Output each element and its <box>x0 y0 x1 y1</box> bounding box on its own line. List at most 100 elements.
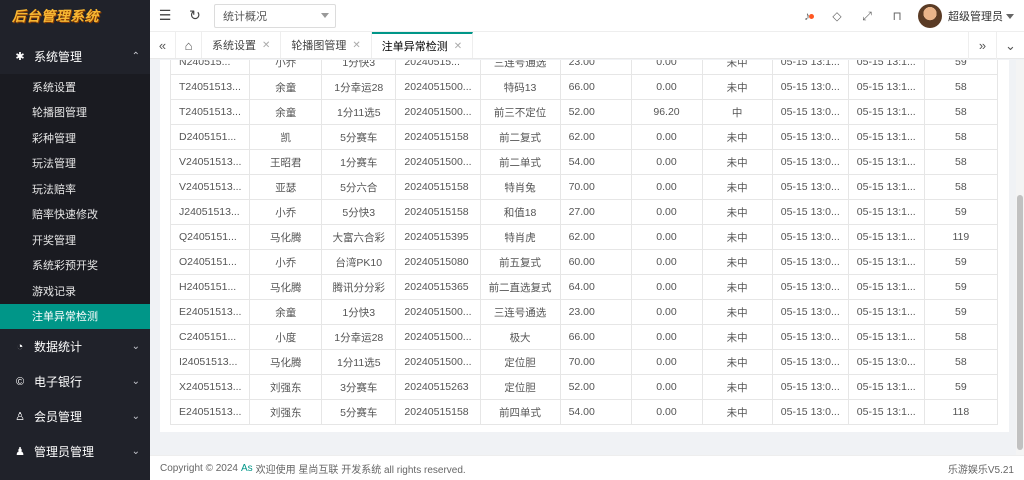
table-cell: 未中 <box>701 199 773 225</box>
fullscreen-icon[interactable]: ⤢ <box>852 9 882 24</box>
sidebar-section-4[interactable]: ♟ 管理员管理 ⌄ <box>0 434 150 469</box>
table-cell: 05-15 13:0... <box>771 249 849 275</box>
home-icon[interactable]: ⌂ <box>176 32 202 58</box>
close-icon[interactable]: ✕ <box>262 40 270 51</box>
table-cell: 前五复式 <box>479 249 561 275</box>
table-cell: 58 <box>923 324 999 350</box>
footer-copyright: Copyright © 2024 <box>160 462 238 474</box>
refresh-icon[interactable]: ↻ <box>180 7 210 24</box>
tag-icon[interactable]: ◇ <box>822 9 852 23</box>
table-cell: 腾讯分分彩 <box>321 274 397 300</box>
sidebar-item[interactable]: 赔率快速修改 <box>0 202 150 228</box>
page-scrollbar-thumb[interactable] <box>1017 195 1023 450</box>
top-header: ☰ ↻ 统计概况 ♪ ◇ ⤢ ⊓ 超级管理员 <box>150 0 1024 32</box>
table-cell: 54.00 <box>559 399 632 425</box>
footer: Copyright © 2024 As 欢迎使用 星尚互联 开发系统 all r… <box>150 455 1024 480</box>
table-cell: 20240515263 <box>395 374 481 400</box>
table-cell: 0.00 <box>630 149 703 175</box>
table-cell: 0.00 <box>630 174 703 200</box>
sidebar-item[interactable]: 系统设置 <box>0 74 150 100</box>
table-cell: 0.00 <box>630 74 703 100</box>
table-cell: 1分赛车 <box>321 149 397 175</box>
sidebar-item[interactable]: 系统彩预开奖 <box>0 253 150 279</box>
table-cell: 马化腾 <box>249 274 323 300</box>
table-cell: 0.00 <box>630 349 703 375</box>
lock-icon[interactable]: ⊓ <box>882 9 912 23</box>
table-cell: 05-15 13:1... <box>847 124 925 150</box>
sidebar-item[interactable]: 游戏记录 <box>0 278 150 304</box>
table-cell: 58 <box>923 124 999 150</box>
table-cell: 未中 <box>701 224 773 250</box>
bell-icon[interactable]: ♪ <box>792 9 822 23</box>
tabs-scroll-left-icon[interactable]: « <box>150 32 176 58</box>
table-cell: 58 <box>923 74 999 100</box>
sidebar-item[interactable]: 玩法赔率 <box>0 176 150 202</box>
table-cell: 未中 <box>701 299 773 325</box>
table-cell: 余童 <box>249 74 323 100</box>
table-cell: X24051513... <box>169 374 251 400</box>
sidebar-section-label: 数据统计 <box>34 340 83 354</box>
table-cell: 2024051500... <box>395 349 481 375</box>
user-name[interactable]: 超级管理员 <box>948 8 1003 24</box>
dashboard-icon: ◔ <box>16 340 24 353</box>
table-cell: 05-15 13:1... <box>847 374 925 400</box>
table-cell: 前二直选复式 <box>479 274 561 300</box>
table-cell: 2024051500... <box>395 74 481 100</box>
table-cell: 中 <box>701 99 773 125</box>
tab-0[interactable]: 系统设置 ✕ <box>202 32 282 58</box>
table-cell: 0.00 <box>630 299 703 325</box>
table-row: D2405151... 凯 5分赛车 20240515158 前二复式 62.00 0.00… <box>169 124 999 150</box>
table-cell: 05-15 13:1... <box>847 149 925 175</box>
tabs-scroll-right-icon[interactable]: » <box>968 32 996 59</box>
table-cell: 三连号通选 <box>479 60 561 75</box>
table-cell: 0.00 <box>630 374 703 400</box>
bet-anomaly-table: N240515... 小乔 1分快3 20240515... 三连号通选 23.00 0.0… <box>169 60 999 425</box>
footer-link[interactable]: As <box>241 463 253 474</box>
table-cell: I24051513... <box>169 349 251 375</box>
close-icon[interactable]: ✕ <box>454 41 462 52</box>
table-cell: 3分赛车 <box>321 374 397 400</box>
stats-select[interactable]: 统计概况 <box>214 3 336 28</box>
tab-2[interactable]: 注单异常检测 ✕ <box>371 32 474 58</box>
table-cell: 58 <box>923 174 999 200</box>
notification-dot <box>809 14 814 19</box>
sidebar-item[interactable]: 开奖管理 <box>0 227 150 253</box>
close-icon[interactable]: ✕ <box>352 40 360 51</box>
sidebar-section-label: 管理员管理 <box>34 445 95 459</box>
user-chevron-down-icon[interactable] <box>1006 13 1014 19</box>
sidebar-section-0[interactable]: ✱ 系统管理 ⌃ <box>0 38 150 74</box>
table-row: H2405151... 马化腾 腾讯分分彩 20240515365 前二直选复式 64.0… <box>169 274 999 300</box>
chevron-up-icon: ⌃ <box>131 50 140 62</box>
sidebar-item[interactable]: 注单异常检测 <box>0 303 150 329</box>
table-cell: 马化腾 <box>249 224 323 250</box>
sidebar-section-3[interactable]: ♙ 会员管理 ⌄ <box>0 399 150 434</box>
sidebar-item[interactable]: 彩种管理 <box>0 125 150 151</box>
chevron-down-icon: ⌄ <box>131 376 140 387</box>
table-cell: 05-15 13:0... <box>771 399 849 425</box>
table-cell: 20240515... <box>395 60 481 75</box>
sidebar-section-2[interactable]: © 电子银行 ⌄ <box>0 364 150 399</box>
chevron-down-icon <box>321 12 329 18</box>
tab-label: 注单异常检测 <box>381 41 448 53</box>
sidebar-section-1[interactable]: ◔ 数据统计 ⌄ <box>0 329 150 364</box>
table-cell: 59 <box>923 249 999 275</box>
tabs-menu-chevron-icon[interactable]: ⌄ <box>996 32 1024 59</box>
sidebar-item[interactable]: 轮播图管理 <box>0 100 150 126</box>
table-row: T24051513... 余童 1分幸运28 2024051500... 特码13 66.… <box>169 74 999 100</box>
sidebar-section-label: 电子银行 <box>34 375 83 389</box>
app-logo[interactable]: 后台管理系统 <box>0 0 150 32</box>
table-cell: 52.00 <box>559 99 632 125</box>
table-cell: 余童 <box>249 299 323 325</box>
table-cell: 5分赛车 <box>321 399 397 425</box>
table-cell: 王昭君 <box>249 149 323 175</box>
table-cell: 未中 <box>701 60 773 75</box>
tab-1[interactable]: 轮播图管理 ✕ <box>281 32 372 58</box>
sidebar-item[interactable]: 玩法管理 <box>0 151 150 177</box>
table-cell: 未中 <box>701 149 773 175</box>
sidebar-submenu: 系统设置 轮播图管理 彩种管理 玩法管理 玩法赔率 赔率快速修改 开奖管理 系统彩预开奖 游戏记… <box>0 74 150 329</box>
avatar[interactable] <box>918 4 942 28</box>
table-cell: 亚瑟 <box>249 174 323 200</box>
table-row: N240515... 小乔 1分快3 20240515... 三连号通选 23.00 0.0… <box>169 60 999 75</box>
table-cell: 05-15 13:0... <box>847 349 925 375</box>
menu-toggle-icon[interactable]: ☰ <box>150 7 180 24</box>
